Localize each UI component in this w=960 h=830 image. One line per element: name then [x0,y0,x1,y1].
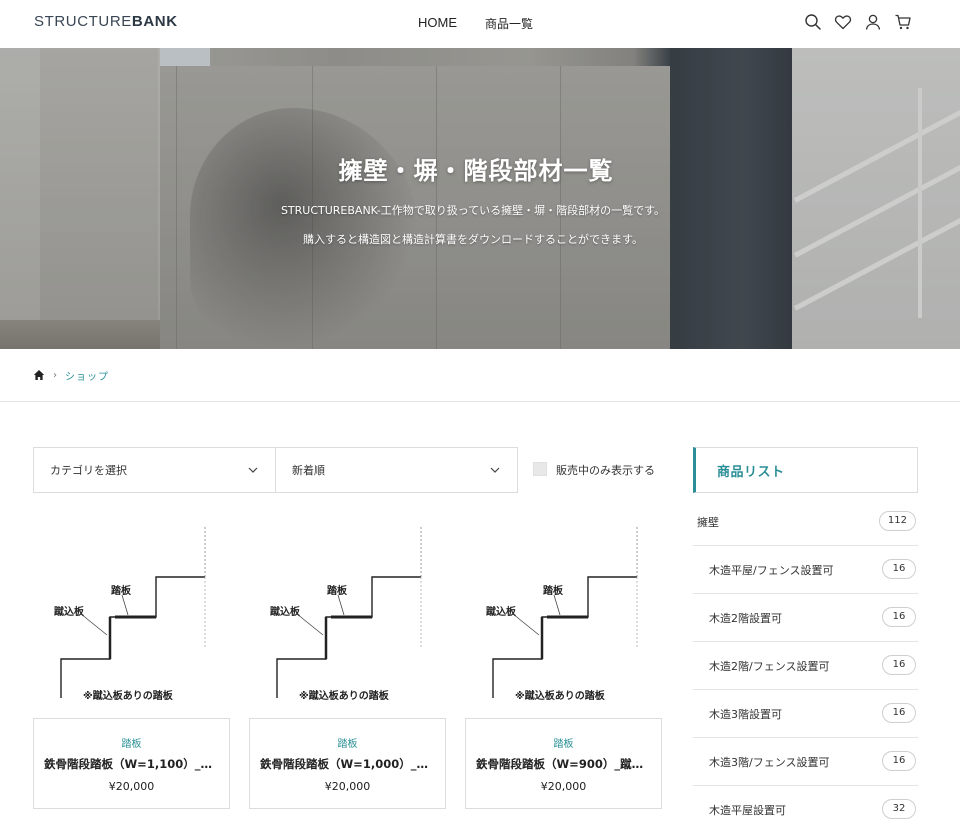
image-caption: ※蹴込板ありの踏板 [515,691,605,702]
site-header: STRUCTUREBANK HOME 商品一覧 [0,0,960,48]
tread-label: 踏板 [111,586,131,597]
sort-select[interactable]: 新着順 [275,447,518,493]
logo-text-bold: BANK [131,13,178,30]
product-info: 踏板 鉄骨階段踏板（W=1,000）_蹴込板あり ¥20,000 [249,718,446,809]
product-name[interactable]: 鉄骨階段踏板（W=1,000）_蹴込板あり [260,756,435,772]
category-select[interactable]: カテゴリを選択 [33,447,276,493]
page-title: 擁壁・塀・階段部材一覧 [338,156,614,185]
sidebar-item-label: 木造3階設置可 [709,708,782,721]
sidebar-title-box: 商品リスト [693,447,918,493]
tread-label: 踏板 [327,586,347,597]
sidebar-item-subcategory[interactable]: 木造平屋/フェンス設置可 16 [693,546,918,594]
sidebar-title: 商品リスト [717,465,785,480]
site-logo[interactable]: STRUCTUREBANK [34,13,178,30]
count-badge: 16 [882,655,916,675]
sidebar-item-subcategory[interactable]: 木造2階設置可 16 [693,594,918,642]
product-card[interactable]: 踏板 蹴込板 ※蹴込板ありの踏板 踏板 鉄骨階段踏板（W=1,000）_蹴込板あ… [249,527,446,809]
riser-label: 蹴込板 [486,607,516,618]
product-price: ¥20,000 [540,780,587,793]
product-card[interactable]: 踏板 蹴込板 ※蹴込板ありの踏板 踏板 鉄骨階段踏板（W=900）_蹴込板あり … [465,527,662,809]
product-category[interactable]: 踏板 [250,735,445,750]
riser-label: 蹴込板 [270,607,300,618]
hero-overlay [0,48,960,349]
sidebar-item-subcategory[interactable]: 木造2階/フェンス設置可 16 [693,642,918,690]
logo-text-light: STRUCTURE [34,13,132,30]
sidebar-item-label: 木造2階/フェンス設置可 [709,660,830,673]
chevron-right-icon: › [53,369,57,381]
nav-products[interactable]: 商品一覧 [485,15,533,32]
heart-icon[interactable] [834,13,852,31]
user-icon[interactable] [864,13,882,31]
image-caption: ※蹴込板ありの踏板 [299,691,389,702]
category-select-value: カテゴリを選択 [50,464,127,477]
product-image[interactable]: 踏板 蹴込板 ※蹴込板ありの踏板 [465,527,662,718]
product-image[interactable]: 踏板 蹴込板 ※蹴込板ありの踏板 [33,527,230,718]
product-image[interactable]: 踏板 蹴込板 ※蹴込板ありの踏板 [249,527,446,718]
chevron-down-icon [247,464,259,476]
hero-banner: 擁壁・塀・階段部材一覧 STRUCTUREBANK-工作物で取り扱っている擁壁・… [0,48,960,349]
hero-description-line-1: STRUCTUREBANK-工作物で取り扱っている擁壁・塀・階段部材の一覧です。 [280,204,666,217]
riser-label: 蹴込板 [54,607,84,618]
product-info: 踏板 鉄骨階段踏板（W=1,100）_蹴込板あり ¥20,000 [33,718,230,809]
tread-label: 踏板 [543,586,563,597]
sidebar-item-label: 木造3階/フェンス設置可 [709,756,830,769]
count-badge: 16 [882,607,916,627]
product-category[interactable]: 踏板 [466,735,661,750]
divider [0,401,960,402]
image-caption: ※蹴込板ありの踏板 [83,691,173,702]
sidebar-item-label: 木造平屋設置可 [709,804,786,817]
home-icon[interactable] [33,369,45,381]
product-card[interactable]: 踏板 蹴込板 ※蹴込板ありの踏板 踏板 鉄骨階段踏板（W=1,100）_蹴込板あ… [33,527,230,809]
search-icon[interactable] [804,13,822,31]
chevron-down-icon [489,464,501,476]
sidebar-item-label: 木造2階設置可 [709,612,782,625]
product-category[interactable]: 踏板 [34,735,229,750]
product-info: 踏板 鉄骨階段踏板（W=900）_蹴込板あり ¥20,000 [465,718,662,809]
sidebar-item-subcategory[interactable]: 木造平屋設置可 32 [693,786,918,830]
breadcrumb-current[interactable]: ショップ [65,368,109,383]
count-badge: 16 [882,751,916,771]
sidebar-item-label: 擁壁 [697,516,719,529]
sidebar-item-label: 木造平屋/フェンス設置可 [709,564,834,577]
sidebar-item-category[interactable]: 擁壁 112 [693,498,918,546]
product-name[interactable]: 鉄骨階段踏板（W=900）_蹴込板あり [476,756,651,772]
count-badge: 16 [882,559,916,579]
breadcrumb: › ショップ [33,367,109,383]
sidebar-item-subcategory[interactable]: 木造3階設置可 16 [693,690,918,738]
product-price: ¥20,000 [108,780,155,793]
product-name[interactable]: 鉄骨階段踏板（W=1,100）_蹴込板あり [44,756,219,772]
product-price: ¥20,000 [324,780,371,793]
hero-description-line-2: 購入すると構造図と構造計算書をダウンロードすることができます。 [303,233,643,246]
sort-select-value: 新着順 [292,464,325,477]
nav-home[interactable]: HOME [418,15,457,30]
on-sale-only-checkbox[interactable] [533,462,547,476]
on-sale-only-label[interactable]: 販売中のみ表示する [556,462,655,478]
count-badge: 16 [882,703,916,723]
count-badge: 112 [878,511,916,531]
cart-icon[interactable] [894,13,912,31]
count-badge: 32 [882,799,916,819]
sidebar-item-subcategory[interactable]: 木造3階/フェンス設置可 16 [693,738,918,786]
